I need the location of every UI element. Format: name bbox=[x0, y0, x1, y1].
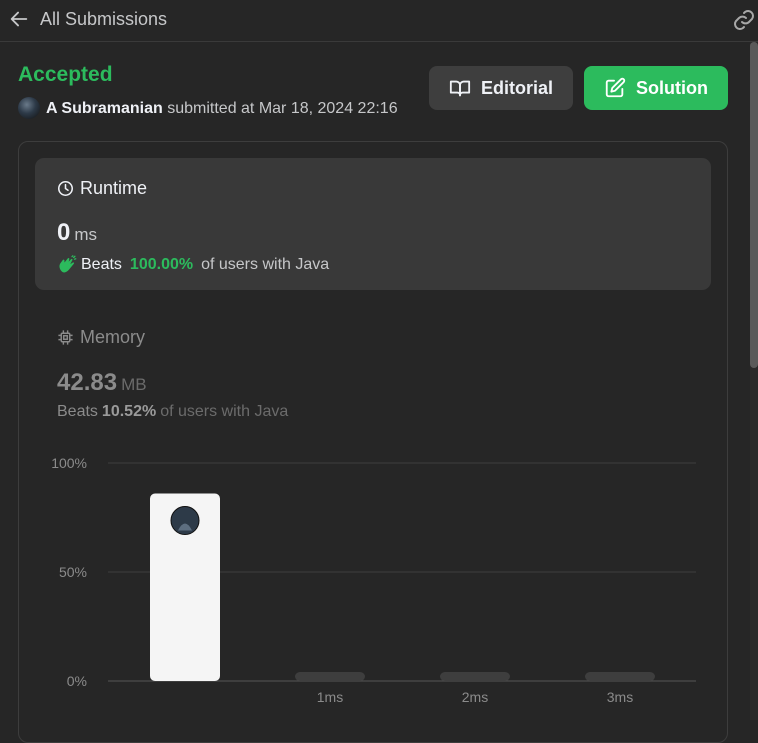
runtime-beats-suffix: of users with Java bbox=[201, 256, 330, 273]
runtime-card[interactable]: Runtime 0 ms Beats 100.00% of users with … bbox=[35, 158, 711, 290]
avatar[interactable] bbox=[18, 97, 40, 119]
memory-beats-label: Beats bbox=[57, 403, 98, 420]
runtime-beats-pct: 100.00% bbox=[129, 256, 194, 273]
runtime-beats-label: Beats bbox=[81, 256, 122, 273]
arrow-left-icon[interactable] bbox=[8, 8, 30, 30]
runtime-beats: Beats 100.00% of users with Java bbox=[57, 255, 329, 275]
memory-beats: Beats 10.52% of users with Java bbox=[57, 403, 288, 421]
y-tick-label: 50% bbox=[59, 564, 87, 580]
runtime-unit: ms bbox=[74, 225, 98, 244]
memory-number: 42.83 bbox=[57, 369, 118, 396]
clock-icon bbox=[57, 180, 74, 197]
memory-beats-pct: 10.52% bbox=[101, 403, 157, 420]
memory-beats-suffix: of users with Java bbox=[160, 403, 289, 420]
link-icon[interactable] bbox=[732, 8, 756, 32]
memory-title-label: Memory bbox=[80, 327, 146, 347]
submission-info: A Subramanian submitted at Mar 18, 2024 … bbox=[46, 100, 398, 118]
bar[interactable] bbox=[295, 672, 365, 681]
x-tick-label: 1ms bbox=[317, 689, 343, 705]
bar[interactable] bbox=[440, 672, 510, 681]
runtime-number: 0 bbox=[57, 219, 71, 246]
scrollbar-thumb[interactable] bbox=[750, 42, 758, 368]
x-tick-label: 3ms bbox=[607, 689, 633, 705]
runtime-title: Runtime bbox=[57, 178, 147, 199]
top-bar: All Submissions bbox=[0, 0, 758, 42]
memory-value: 42.83 MB bbox=[57, 369, 147, 397]
username-link[interactable]: A Subramanian bbox=[46, 100, 163, 117]
edit-icon bbox=[605, 77, 626, 98]
clapping-hands-icon bbox=[59, 255, 77, 273]
editorial-button[interactable]: Editorial bbox=[429, 66, 573, 110]
book-open-icon bbox=[449, 80, 471, 97]
bar[interactable] bbox=[585, 672, 655, 681]
chip-icon bbox=[58, 330, 73, 345]
memory-unit: MB bbox=[121, 375, 147, 394]
submitted-at-text: submitted at Mar 18, 2024 22:16 bbox=[167, 100, 398, 117]
runtime-title-label: Runtime bbox=[80, 178, 148, 198]
x-tick-label: 2ms bbox=[462, 689, 488, 705]
all-submissions-link[interactable]: All Submissions bbox=[40, 9, 167, 30]
editorial-label: Editorial bbox=[480, 77, 553, 98]
y-tick-label: 100% bbox=[51, 455, 87, 471]
memory-title[interactable]: Memory bbox=[57, 327, 145, 348]
solution-button[interactable]: Solution bbox=[584, 66, 728, 110]
runtime-value: 0 ms bbox=[57, 219, 97, 247]
y-tick-label: 0% bbox=[67, 673, 87, 689]
runtime-distribution-chart: 0% 50% 100% 1ms 2ms 3ms bbox=[51, 455, 696, 705]
solution-label: Solution bbox=[636, 77, 708, 98]
submission-status: Accepted bbox=[18, 63, 113, 86]
